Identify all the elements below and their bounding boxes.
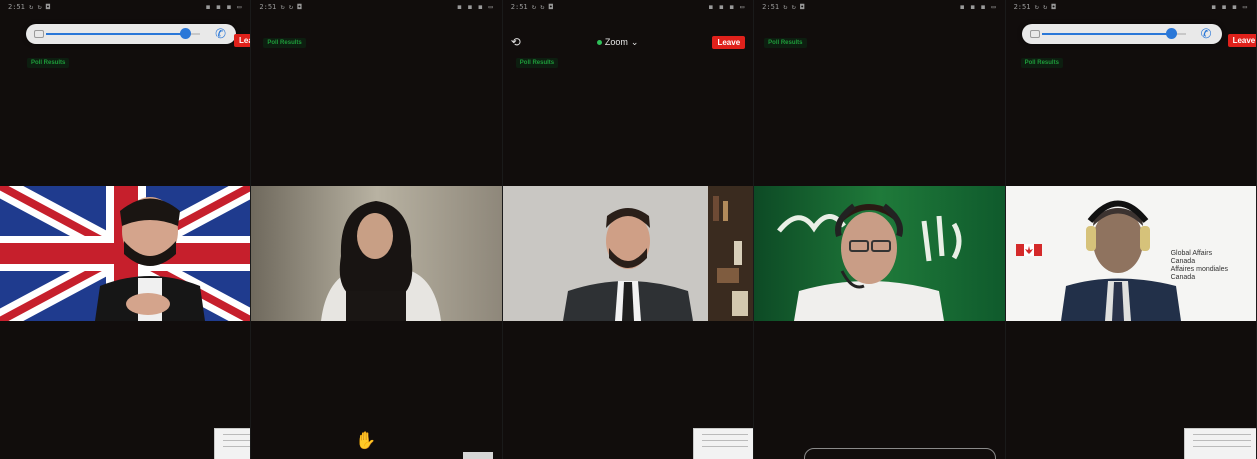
status-bar: 2:51 ↻ ↻ ◘ ◼ ◼ ◼ ▭ (511, 3, 745, 13)
phone-icon: ✆ (1200, 26, 1212, 41)
video-suit (502, 186, 754, 321)
phone-panel-1: 2:51 ↻ ↻ ◘ ◼ ◼ ◼ ▭ ✆ Leave Poll Results (0, 0, 252, 459)
status-bar: 2:51 ↻ ↻ ◘ ◼ ◼ ◼ ▭ (259, 3, 493, 13)
leave-button[interactable]: Leave (1227, 34, 1256, 47)
leave-button[interactable]: Leave (712, 35, 746, 49)
video-uk-flag (0, 186, 251, 321)
status-time: 2:51 ↻ ↻ ◘ (259, 3, 302, 11)
poll-results-badge[interactable]: Poll Results (263, 38, 306, 48)
raised-hand-icon: ✋ (355, 431, 377, 450)
status-icons: ◼ ◼ ◼ ▭ (960, 3, 997, 11)
camera-switch-icon[interactable]: ⟲ (511, 36, 523, 48)
uk-flag-image (0, 186, 251, 321)
phone-icon: ✆ (215, 26, 226, 41)
status-icons: ◼ ◼ ◼ ▭ (457, 3, 494, 11)
hijab-participant-image (251, 186, 502, 321)
document-thumbnail[interactable] (692, 428, 754, 459)
status-bar: 2:51 ↻ ↻ ◘ ◼ ◼ ◼ ▭ (762, 3, 996, 13)
phone-panel-3: 2:51 ↻ ↻ ◘ ◼ ◼ ◼ ▭ ⟲ Zoom ⌄ Leave Poll R… (502, 0, 755, 459)
canada-logo-text: Global Affairs Canada Affaires mondiales… (1170, 250, 1229, 281)
leave-button[interactable]: Leave (234, 34, 251, 47)
status-bar: 2:51 ↻ ↻ ◘ ◼ ◼ ◼ ▭ (8, 3, 242, 13)
volume-mini-icon (34, 30, 44, 38)
chevron-down-icon: ⌄ (630, 36, 639, 47)
mini-thumbnail (463, 452, 494, 459)
volume-knob[interactable] (180, 28, 191, 39)
volume-slider[interactable]: ✆ (1021, 24, 1222, 44)
video-hijab (251, 186, 502, 321)
status-icons: ◼ ◼ ◼ ▭ (1211, 3, 1248, 11)
phone-panel-2: 2:51 ↻ ↻ ◘ ◼ ◼ ◼ ▭ Poll Results ✋ (251, 0, 503, 459)
poll-results-badge[interactable]: Poll Results (27, 58, 70, 68)
status-bar: 2:51 ↻ ↻ ◘ ◼ ◼ ◼ ▭ (1014, 3, 1248, 13)
status-time: 2:51 ↻ ↻ ◘ (510, 3, 553, 11)
screenshot-strip: 2:51 ↻ ↻ ◘ ◼ ◼ ◼ ▭ ✆ Leave Poll Results (0, 0, 1257, 459)
bottom-control-pill[interactable] (804, 448, 997, 459)
volume-knob[interactable] (1165, 28, 1177, 39)
zoom-top-bar: ⟲ Zoom ⌄ Leave (511, 34, 746, 50)
zoom-title[interactable]: Zoom ⌄ (596, 36, 639, 48)
status-icons: ◼ ◼ ◼ ▭ (708, 3, 746, 11)
status-time: 2:51 ↻ ↻ ◘ (1013, 3, 1056, 11)
video-saudi-flag (754, 186, 1005, 321)
poll-results-badge[interactable]: Poll Results (1020, 58, 1063, 68)
poll-results-badge[interactable]: Poll Results (764, 38, 807, 48)
phone-panel-5: 2:51 ↻ ↻ ◘ ◼ ◼ ◼ ▭ ✆ Leave Poll Results (1005, 0, 1257, 459)
volume-slider[interactable]: ✆ (26, 24, 236, 44)
poll-results-badge[interactable]: Poll Results (515, 58, 559, 68)
status-time: 2:51 ↻ ↻ ◘ (8, 3, 51, 11)
suit-participant-image (502, 186, 754, 321)
volume-fill (1041, 33, 1174, 35)
document-thumbnail[interactable] (1183, 428, 1256, 459)
phone-panel-4: 2:51 ↻ ↻ ◘ ◼ ◼ ◼ ▭ Poll Results (754, 0, 1006, 459)
zoom-label: Zoom (604, 37, 628, 47)
status-time: 2:51 ↻ ↻ ◘ (762, 3, 805, 11)
volume-fill (46, 33, 184, 35)
saudi-flag-image (754, 186, 1005, 321)
secure-dot-icon (596, 39, 602, 45)
document-thumbnail[interactable] (214, 428, 251, 459)
status-icons: ◼ ◼ ◼ ▭ (205, 3, 243, 11)
video-canada: Global Affairs Canada Affaires mondiales… (1005, 186, 1256, 321)
volume-mini-icon (1029, 30, 1040, 38)
